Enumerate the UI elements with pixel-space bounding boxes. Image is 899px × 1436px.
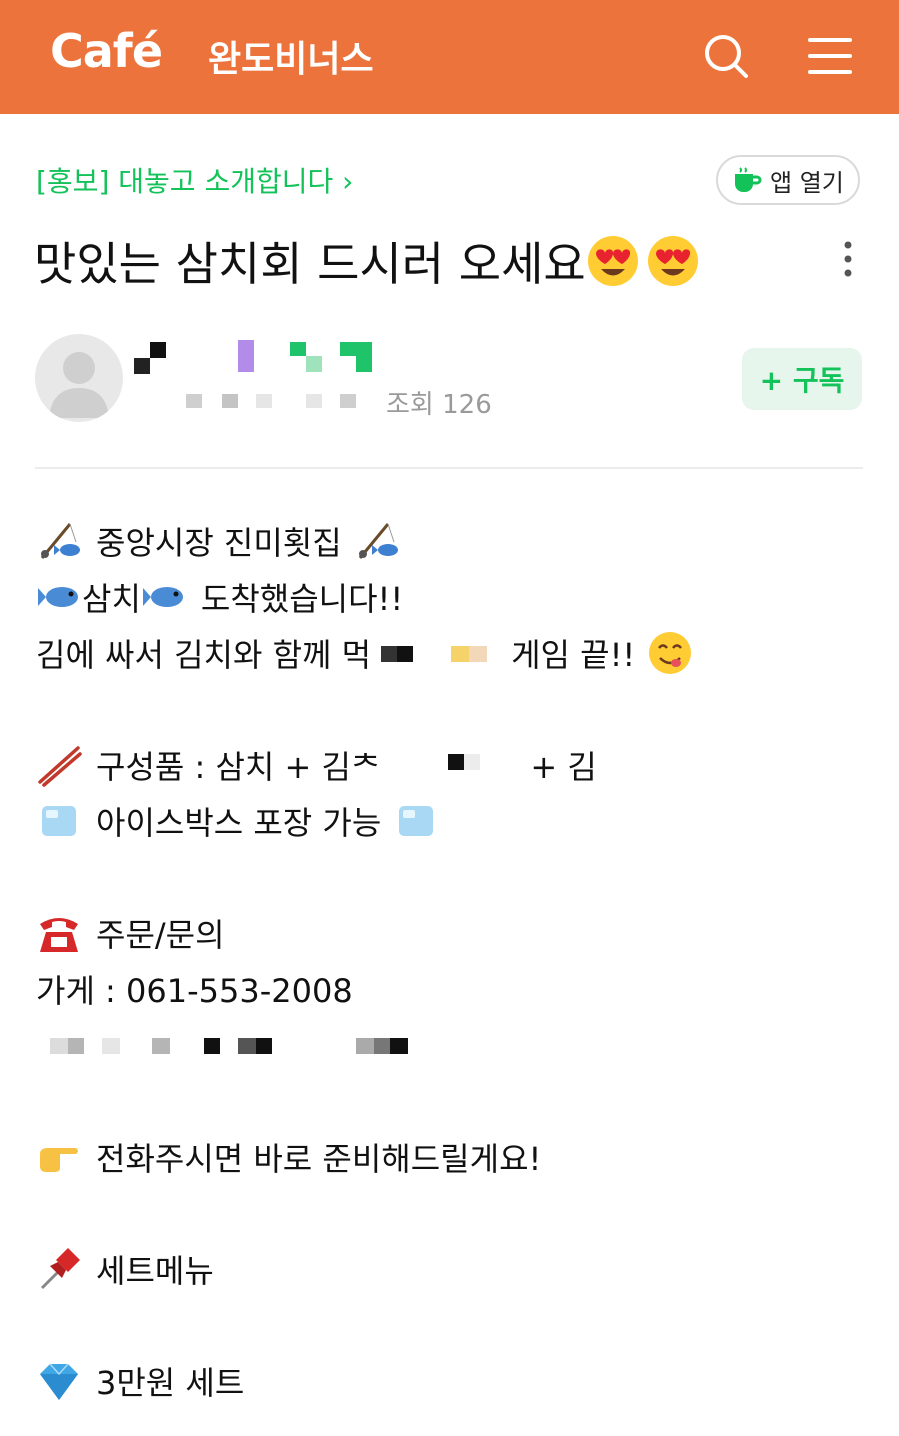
body-line-3a-text: 김에 싸서 김치와 함께 먹 — [36, 636, 372, 674]
body-line-9: 세트메뉴 — [36, 1246, 214, 1292]
masked-text — [381, 646, 488, 662]
divider — [35, 467, 863, 469]
telephone-icon — [40, 918, 78, 952]
body-line-4a-text: 구성품 : 삼치 + 김ᄎ — [96, 748, 381, 786]
body-line-10: 3만원 세트 — [36, 1358, 244, 1404]
top-app-bar: Café 완도비너스 — [0, 0, 899, 114]
avatar-icon — [49, 352, 109, 418]
body-line-5: 아이스박스 포장 가능 — [36, 798, 439, 844]
view-count: 조회 126 — [386, 390, 492, 420]
heart-eyes-icon — [587, 236, 638, 286]
cafe-logo[interactable]: Café — [50, 24, 163, 78]
body-line-4b-text: + 김 — [530, 748, 597, 786]
body-line-3: 김에 싸서 김치와 함께 먹 게임 끝!! — [36, 630, 693, 676]
body-line-9-text: 세트메뉴 — [96, 1252, 214, 1290]
body-line-8: 전화주시면 바로 준비해드릴게요! — [36, 1134, 541, 1180]
fish-icon — [38, 587, 78, 607]
body-line-1-text: 중앙시장 진미횟집 — [96, 524, 342, 562]
body-line-7: 가게 : 061-553-2008 — [36, 966, 353, 1012]
body-line-4: 구성품 : 삼치 + 김ᄎ + 김 — [36, 742, 597, 788]
app-open-label: 앱 열기 — [770, 168, 844, 197]
cafe-name[interactable]: 완도비너스 — [208, 30, 374, 82]
pointing-hand-icon — [40, 1148, 78, 1172]
body-line-2: 삼치 도착했습니다!! — [36, 574, 403, 620]
gem-icon — [40, 1363, 78, 1400]
body-line-1: 중앙시장 진미횟집 — [36, 518, 400, 564]
menu-icon — [808, 38, 852, 74]
menu-button[interactable] — [806, 32, 854, 80]
body-line-2a-text: 삼치 — [82, 580, 141, 618]
heart-eyes-icon — [647, 236, 698, 286]
store-phone[interactable]: 가게 : 061-553-2008 — [36, 966, 353, 1012]
body-line-2b-text: 도착했습니다!! — [200, 580, 404, 618]
author-name-masked[interactable] — [134, 340, 384, 374]
fishing-pole-icon — [40, 523, 80, 559]
body-line-8-text: 전화주시면 바로 준비해드릴게요! — [96, 1140, 542, 1178]
yum-face-icon — [649, 632, 692, 674]
board-link[interactable]: [홍보] 대놓고 소개합니다 › — [36, 160, 353, 200]
search-icon — [705, 35, 748, 78]
cup-icon — [735, 167, 762, 192]
fish-icon — [142, 587, 183, 607]
chopsticks-icon — [38, 746, 82, 787]
masked-text — [448, 754, 481, 770]
more-icon[interactable] — [838, 240, 858, 280]
post-title: 맛있는 삼치회 드시러 오세요 — [34, 228, 700, 294]
post-title-text: 맛있는 삼치회 드시러 오세요 — [34, 237, 586, 291]
fishing-pole-icon — [358, 523, 398, 559]
ice-cube-icon — [399, 806, 434, 836]
body-line-10-text: 3만원 세트 — [96, 1364, 245, 1402]
avatar[interactable] — [35, 334, 123, 422]
app-open-button[interactable]: 앱 열기 — [716, 155, 860, 205]
subscribe-button[interactable]: + 구독 — [742, 348, 862, 410]
search-button[interactable] — [702, 32, 750, 80]
masked-phone — [50, 1038, 408, 1054]
post-date-masked — [186, 394, 356, 408]
pushpin-icon — [40, 1248, 80, 1290]
body-line-6: 주문/문의 — [36, 910, 225, 956]
ice-cube-icon — [42, 806, 76, 836]
body-line-5-text: 아이스박스 포장 가능 — [96, 804, 382, 842]
body-line-6-text: 주문/문의 — [96, 916, 225, 954]
body-line-3b-text: 게임 끝!! — [511, 636, 636, 674]
